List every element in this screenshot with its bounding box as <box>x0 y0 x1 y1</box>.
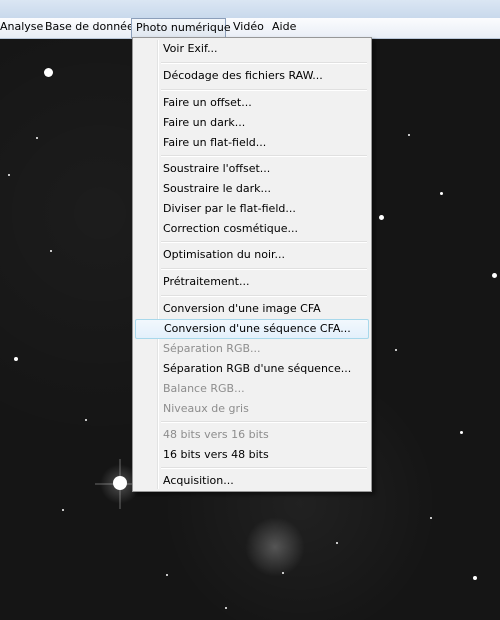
star <box>36 137 38 139</box>
menu-separator <box>161 295 367 297</box>
star <box>473 576 477 580</box>
menu-item-faire-flat-field[interactable]: Faire un flat-field... <box>135 133 369 153</box>
menu-separator <box>161 155 367 157</box>
menu-item-correction-cosmetique[interactable]: Correction cosmétique... <box>135 219 369 239</box>
star <box>492 273 497 278</box>
menu-item-soustraire-dark[interactable]: Soustraire le dark... <box>135 179 369 199</box>
star <box>336 542 338 544</box>
menu-video[interactable]: Vidéo <box>229 18 268 38</box>
menu-separator <box>161 241 367 243</box>
star <box>395 349 397 351</box>
star <box>408 134 410 136</box>
menu-item-faire-dark[interactable]: Faire un dark... <box>135 113 369 133</box>
star <box>460 431 463 434</box>
menu-item-acquisition[interactable]: Acquisition... <box>135 471 369 491</box>
menu-item-pretraitement[interactable]: Prétraitement... <box>135 272 369 292</box>
star <box>379 215 384 220</box>
star <box>85 419 87 421</box>
star <box>8 174 10 176</box>
menu-photo-numerique[interactable]: Photo numérique <box>131 18 231 38</box>
menu-separator <box>161 89 367 91</box>
star <box>440 192 443 195</box>
star <box>166 574 168 576</box>
menu-item-48-vers-16-bits: 48 bits vers 16 bits <box>163 428 269 441</box>
star <box>50 250 52 252</box>
menu-separator <box>161 421 367 423</box>
star <box>44 68 53 77</box>
window-title-strip <box>0 0 500 19</box>
menu-item-soustraire-offset[interactable]: Soustraire l'offset... <box>135 159 369 179</box>
menu-item-separation-rgb: Séparation RGB... <box>163 342 261 355</box>
photo-numerique-dropdown: Voir Exif... Décodage des fichiers RAW..… <box>132 37 372 492</box>
star <box>430 517 432 519</box>
menu-item-decodage-raw[interactable]: Décodage des fichiers RAW... <box>135 66 369 86</box>
star <box>14 357 18 361</box>
menu-separator <box>161 268 367 270</box>
menu-separator <box>161 62 367 64</box>
menu-item-faire-offset[interactable]: Faire un offset... <box>135 93 369 113</box>
menu-base-de-donnees[interactable]: Base de données <box>41 18 143 38</box>
menu-item-optimisation-noir[interactable]: Optimisation du noir... <box>135 245 369 265</box>
menu-item-diviser-flat-field[interactable]: Diviser par le flat-field... <box>135 199 369 219</box>
faint-galaxy <box>245 517 305 577</box>
menu-item-balance-rgb: Balance RGB... <box>163 382 245 395</box>
menu-item-separation-rgb-sequence[interactable]: Séparation RGB d'une séquence... <box>135 359 369 379</box>
menu-item-niveaux-de-gris: Niveaux de gris <box>163 402 249 415</box>
menu-item-voir-exif[interactable]: Voir Exif... <box>135 39 369 59</box>
bright-star <box>113 476 127 490</box>
menu-aide[interactable]: Aide <box>268 18 300 38</box>
menu-bar: Analyse Base de données Photo numérique … <box>0 18 500 39</box>
menu-separator <box>161 467 367 469</box>
star <box>225 607 227 609</box>
star <box>62 509 64 511</box>
menu-item-conversion-image-cfa[interactable]: Conversion d'une image CFA <box>135 299 369 319</box>
menu-item-16-vers-48-bits[interactable]: 16 bits vers 48 bits <box>135 445 369 465</box>
menu-item-conversion-sequence-cfa[interactable]: Conversion d'une séquence CFA... <box>135 319 369 339</box>
